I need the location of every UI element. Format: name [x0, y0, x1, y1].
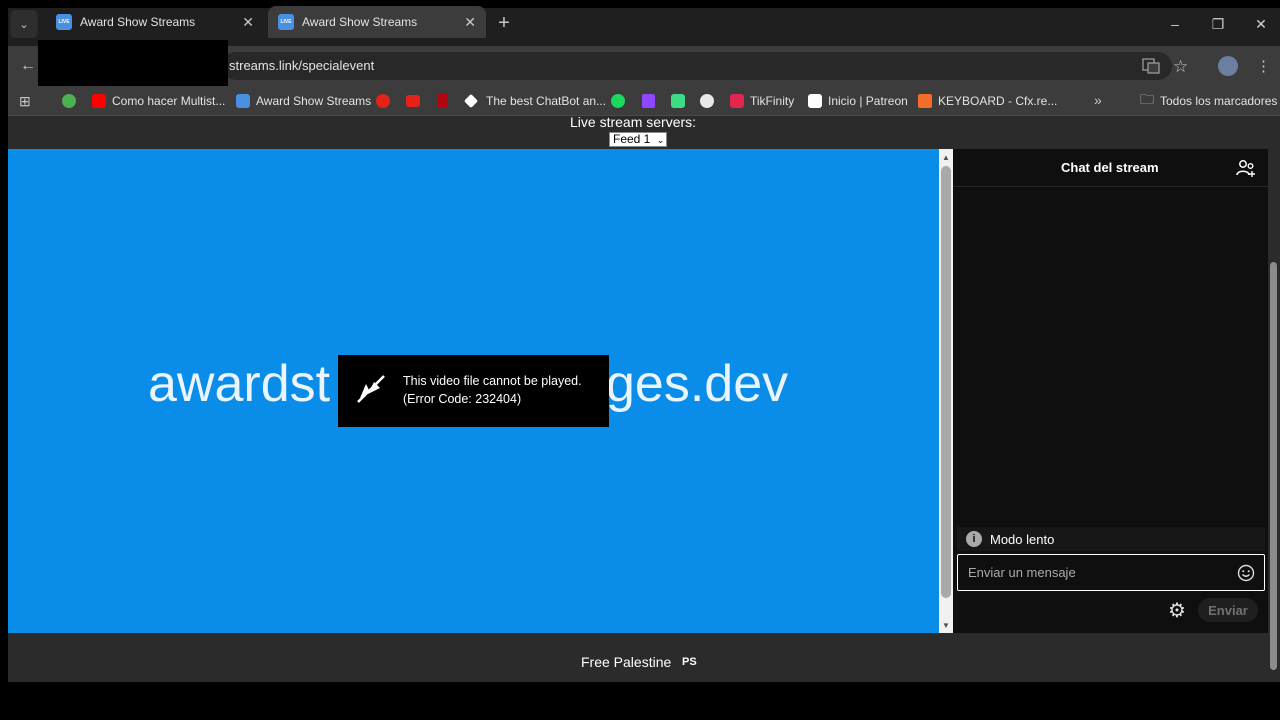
new-tab-button[interactable]: + [494, 12, 514, 34]
bookmark-multistream[interactable]: Como hacer Multist... [92, 93, 225, 109]
twitch-icon[interactable] [642, 94, 655, 108]
servers-label: Live stream servers: [570, 114, 697, 130]
youtube-icon[interactable] [406, 95, 420, 107]
tab-award-show-streams-1[interactable]: LIVE Award Show Streams ✕ [46, 6, 264, 38]
restore-button[interactable]: ❐ [1208, 14, 1228, 34]
bookmark-chatbot[interactable]: The best ChatBot an... [463, 93, 607, 109]
scroll-up-icon[interactable]: ▲ [941, 152, 951, 162]
netflix-icon[interactable] [438, 94, 448, 108]
youtube-music-icon[interactable] [376, 94, 390, 108]
bookmark-cfx[interactable]: KEYBOARD - Cfx.re... [918, 93, 1057, 109]
bookmark-award-show[interactable]: Award Show Streams [236, 93, 371, 109]
bookmark-label: Todos los marcadores [1160, 94, 1278, 108]
page-scrollbar-thumb[interactable] [1270, 262, 1277, 670]
android-icon[interactable] [671, 94, 685, 108]
bookmark-label: KEYBOARD - Cfx.re... [938, 94, 1058, 108]
close-window-button[interactable]: ✕ [1251, 14, 1271, 34]
url-text[interactable]: streams.link/specialevent [229, 58, 374, 73]
video-scrollbar-thumb[interactable] [941, 166, 951, 598]
bookmark-label: Inicio | Patreon [828, 94, 908, 108]
scroll-down-icon[interactable]: ▼ [941, 620, 951, 630]
cfx-icon [918, 94, 932, 108]
close-tab-icon[interactable]: ✕ [242, 14, 254, 31]
profile-avatar[interactable] [1218, 56, 1238, 76]
live-favicon-icon: LIVE [56, 14, 72, 30]
chrome-bookmark-icon[interactable] [62, 94, 76, 108]
info-icon: i [966, 531, 982, 547]
bookmark-all-folder[interactable]: 🗀 Todos los marcadores [1140, 91, 1278, 109]
bookmark-star-icon[interactable]: ☆ [1173, 57, 1188, 77]
translate-icon[interactable] [1142, 58, 1160, 74]
feed-selected-value: Feed 1 [613, 132, 651, 146]
bookmark-patreon[interactable]: Inicio | Patreon [808, 93, 908, 109]
participants-icon[interactable] [1236, 158, 1256, 178]
apps-grid-icon[interactable]: ⊞ [19, 93, 31, 110]
watermark-right: ges.dev [606, 355, 789, 413]
error-code: (Error Code: 232404) [403, 392, 522, 406]
feed-select[interactable]: Feed 1 ⌄ [609, 132, 667, 147]
tikfinity-icon [730, 94, 744, 108]
close-tab-icon[interactable]: ✕ [464, 14, 476, 31]
error-message: This video file cannot be played. [403, 374, 582, 388]
tab-title: Award Show Streams [302, 15, 418, 29]
diamond-icon [463, 93, 479, 109]
back-button[interactable]: ← [18, 56, 38, 76]
menu-dots-icon[interactable]: ⋮ [1256, 57, 1271, 75]
chevron-down-icon: ⌄ [656, 135, 665, 145]
live-favicon-icon: LIVE [278, 14, 294, 30]
spotify-icon[interactable] [611, 94, 625, 108]
tab-search-button[interactable]: ⌄ [10, 10, 38, 38]
palestine-flag-text: PS [682, 656, 697, 668]
footer-text: Free Palestine [581, 654, 672, 670]
tab-title: Award Show Streams [80, 15, 196, 29]
emoji-icon[interactable] [1237, 564, 1255, 582]
folder-icon: 🗀 [1140, 91, 1154, 107]
tab-award-show-streams-2[interactable]: LIVE Award Show Streams ✕ [268, 6, 486, 38]
bookmark-label: Award Show Streams [256, 94, 372, 108]
minimize-button[interactable]: – [1165, 14, 1185, 34]
slow-mode-label: Modo lento [990, 532, 1055, 547]
bookmark-label: Como hacer Multist... [112, 94, 226, 108]
send-button[interactable]: Enviar [1198, 598, 1258, 622]
watermark-left: awardst [148, 355, 331, 413]
youtube-icon [92, 94, 106, 108]
chat-message-input[interactable] [957, 554, 1265, 591]
bookmark-label: TikFinity [750, 94, 795, 108]
bookmark-tikfinity[interactable]: TikFinity [730, 93, 794, 109]
video-off-icon [354, 372, 388, 406]
patreon-icon [808, 94, 822, 108]
live-icon [236, 94, 250, 108]
settings-gear-icon[interactable]: ⚙ [1167, 600, 1187, 622]
chat-title: Chat del stream [1061, 160, 1159, 175]
openai-icon[interactable] [700, 94, 714, 108]
bookmark-label: The best ChatBot an... [486, 94, 607, 108]
more-bookmarks-icon[interactable]: » [1094, 92, 1102, 108]
